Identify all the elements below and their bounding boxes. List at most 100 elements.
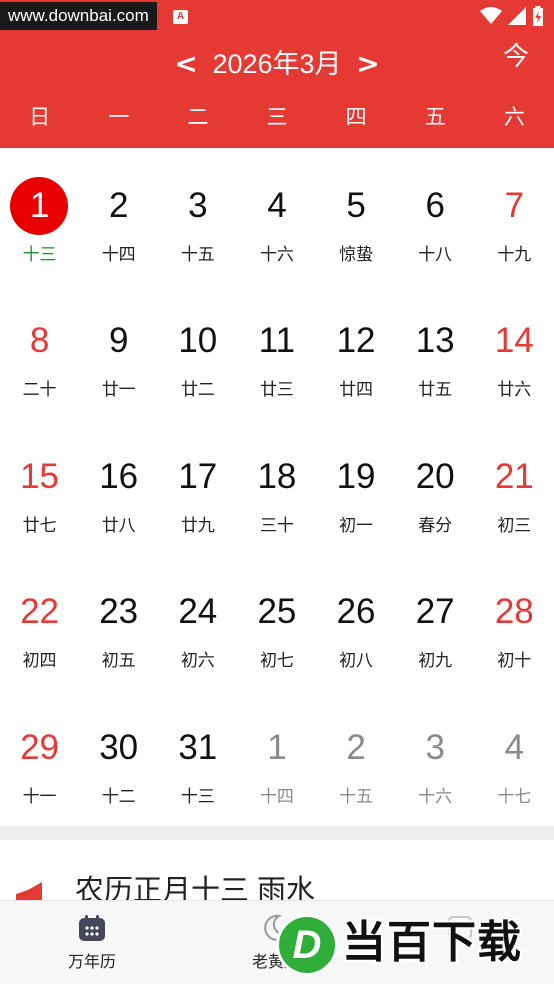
- day-cell[interactable]: 10 廿二: [158, 283, 237, 418]
- lunar-date: 十八: [418, 245, 453, 265]
- day-cell[interactable]: 18 三十: [237, 419, 316, 554]
- month-navigation: < 2026年3月 >: [0, 42, 554, 86]
- today-button[interactable]: 今: [498, 38, 534, 74]
- day-cell[interactable]: 15 廿七: [0, 419, 79, 554]
- day-cell[interactable]: 8 二十: [0, 283, 79, 418]
- day-number: 1: [29, 186, 50, 225]
- day-cell[interactable]: 4 十六: [237, 148, 316, 283]
- day-cell[interactable]: 19 初一: [317, 419, 396, 554]
- weekday-sun: 日: [29, 106, 51, 129]
- lunar-date: 十一: [22, 786, 57, 807]
- day-number: 19: [336, 456, 376, 496]
- day-cell[interactable]: 23 初五: [79, 554, 158, 689]
- next-month-button[interactable]: >: [348, 44, 388, 84]
- lunar-date: 廿五: [418, 380, 453, 401]
- day-cell[interactable]: 11 廿三: [237, 283, 316, 418]
- lunar-date: 廿八: [101, 515, 136, 536]
- day-cell[interactable]: 27 初九: [396, 554, 475, 689]
- lunar-date: 十九: [497, 245, 532, 265]
- day-number: 13: [415, 321, 455, 361]
- signal-icon: [508, 7, 526, 25]
- lunar-date: 初四: [22, 651, 57, 672]
- day-cell[interactable]: 4 十七: [475, 690, 554, 825]
- lunar-date: 十三: [180, 786, 215, 807]
- weekday-wed: 三: [266, 106, 288, 129]
- day-cell[interactable]: 1 十四: [237, 690, 316, 825]
- day-cell[interactable]: 3 十五: [158, 148, 237, 283]
- lunar-date: 廿三: [259, 380, 294, 401]
- day-number: 16: [99, 456, 139, 496]
- lunar-date: 十六: [259, 245, 294, 265]
- lunar-date: 初五: [101, 651, 136, 672]
- status-bar: www.downbai.com A: [0, 0, 554, 32]
- day-number: 5: [346, 186, 366, 225]
- day-cell[interactable]: 31 十三: [158, 690, 237, 825]
- weekday-header: 日 一 二 三 四 五 六: [0, 100, 554, 136]
- lunar-info-card[interactable]: 农历正月十三 雨水: [0, 840, 554, 900]
- day-cell[interactable]: 22 初四: [0, 554, 79, 689]
- day-cell[interactable]: 14 廿六: [475, 283, 554, 418]
- weekday-mon: 一: [108, 106, 130, 129]
- day-number: 15: [20, 456, 60, 496]
- month-title[interactable]: 2026年3月: [200, 42, 354, 86]
- day-cell[interactable]: 12 廿四: [317, 283, 396, 418]
- day-cell[interactable]: 21 初三: [475, 419, 554, 554]
- week-row: 15 廿七 16 廿八 17 廿九 18 三十 19 初一 20 春分 21 初三: [0, 419, 554, 554]
- lunar-date: 初九: [418, 651, 453, 672]
- day-number: 9: [108, 321, 129, 361]
- day-cell[interactable]: 2 十五: [317, 690, 396, 825]
- day-number: 3: [425, 727, 445, 767]
- day-cell[interactable]: 26 初八: [317, 554, 396, 689]
- day-number: 23: [99, 592, 139, 632]
- day-cell[interactable]: 17 廿九: [158, 419, 237, 554]
- day-cell[interactable]: 24 初六: [158, 554, 237, 689]
- lunar-date: 初七: [259, 651, 294, 672]
- weekday-sat: 六: [503, 106, 525, 129]
- lunar-date: 十四: [259, 786, 294, 807]
- tab-calendar[interactable]: 万年历: [52, 901, 132, 984]
- red-flag-icon: [16, 882, 42, 900]
- day-cell[interactable]: 7 十九: [475, 148, 554, 283]
- day-number: 28: [494, 592, 534, 632]
- day-number: 18: [257, 456, 297, 496]
- day-number: 29: [20, 727, 60, 767]
- day-number: 24: [178, 592, 218, 632]
- day-number: 6: [425, 186, 445, 225]
- day-cell[interactable]: 9 廿一: [79, 283, 158, 418]
- lunar-date: 十二: [101, 786, 136, 807]
- lunar-date: 廿七: [22, 515, 57, 536]
- site-logo-overlay: D 当百下载: [276, 908, 552, 978]
- day-number: 11: [258, 321, 296, 361]
- day-number: 3: [188, 186, 208, 225]
- day-cell[interactable]: 16 廿八: [79, 419, 158, 554]
- day-number: 30: [99, 727, 139, 767]
- week-row: 29 十一 30 十二 31 十三 1 十四 2 十五 3 十六 4 十七: [0, 690, 554, 825]
- day-cell[interactable]: 20 春分: [396, 419, 475, 554]
- day-number: 17: [178, 456, 218, 496]
- watermark-text: www.downbai.com: [0, 2, 157, 30]
- lunar-date: 初六: [180, 651, 215, 672]
- weekday-tue: 二: [187, 106, 209, 129]
- day-number: 26: [336, 592, 376, 632]
- day-number: 1: [267, 727, 287, 767]
- day-cell[interactable]: 29 十一: [0, 690, 79, 825]
- day-cell[interactable]: 30 十二: [79, 690, 158, 825]
- status-icons: [480, 6, 544, 26]
- week-row: 1 十三 2 十四 3 十五 4 十六 5 惊蛰 6 十八 7 十九: [0, 148, 554, 283]
- day-number: 22: [20, 592, 60, 632]
- lunar-date: 三十: [259, 515, 294, 536]
- day-cell[interactable]: 1 十三: [0, 148, 79, 283]
- day-cell[interactable]: 5 惊蛰: [317, 148, 396, 283]
- day-cell[interactable]: 25 初七: [237, 554, 316, 689]
- lunar-date: 春分: [418, 515, 453, 536]
- day-cell[interactable]: 13 廿五: [396, 283, 475, 418]
- day-number: 2: [108, 186, 129, 225]
- day-cell[interactable]: 6 十八: [396, 148, 475, 283]
- section-divider: [0, 826, 554, 840]
- day-cell[interactable]: 3 十六: [396, 690, 475, 825]
- lunar-date: 廿四: [339, 380, 374, 401]
- lunar-date: 十三: [22, 245, 57, 265]
- day-cell[interactable]: 2 十四: [79, 148, 158, 283]
- day-number: 31: [178, 727, 218, 767]
- day-cell[interactable]: 28 初十: [475, 554, 554, 689]
